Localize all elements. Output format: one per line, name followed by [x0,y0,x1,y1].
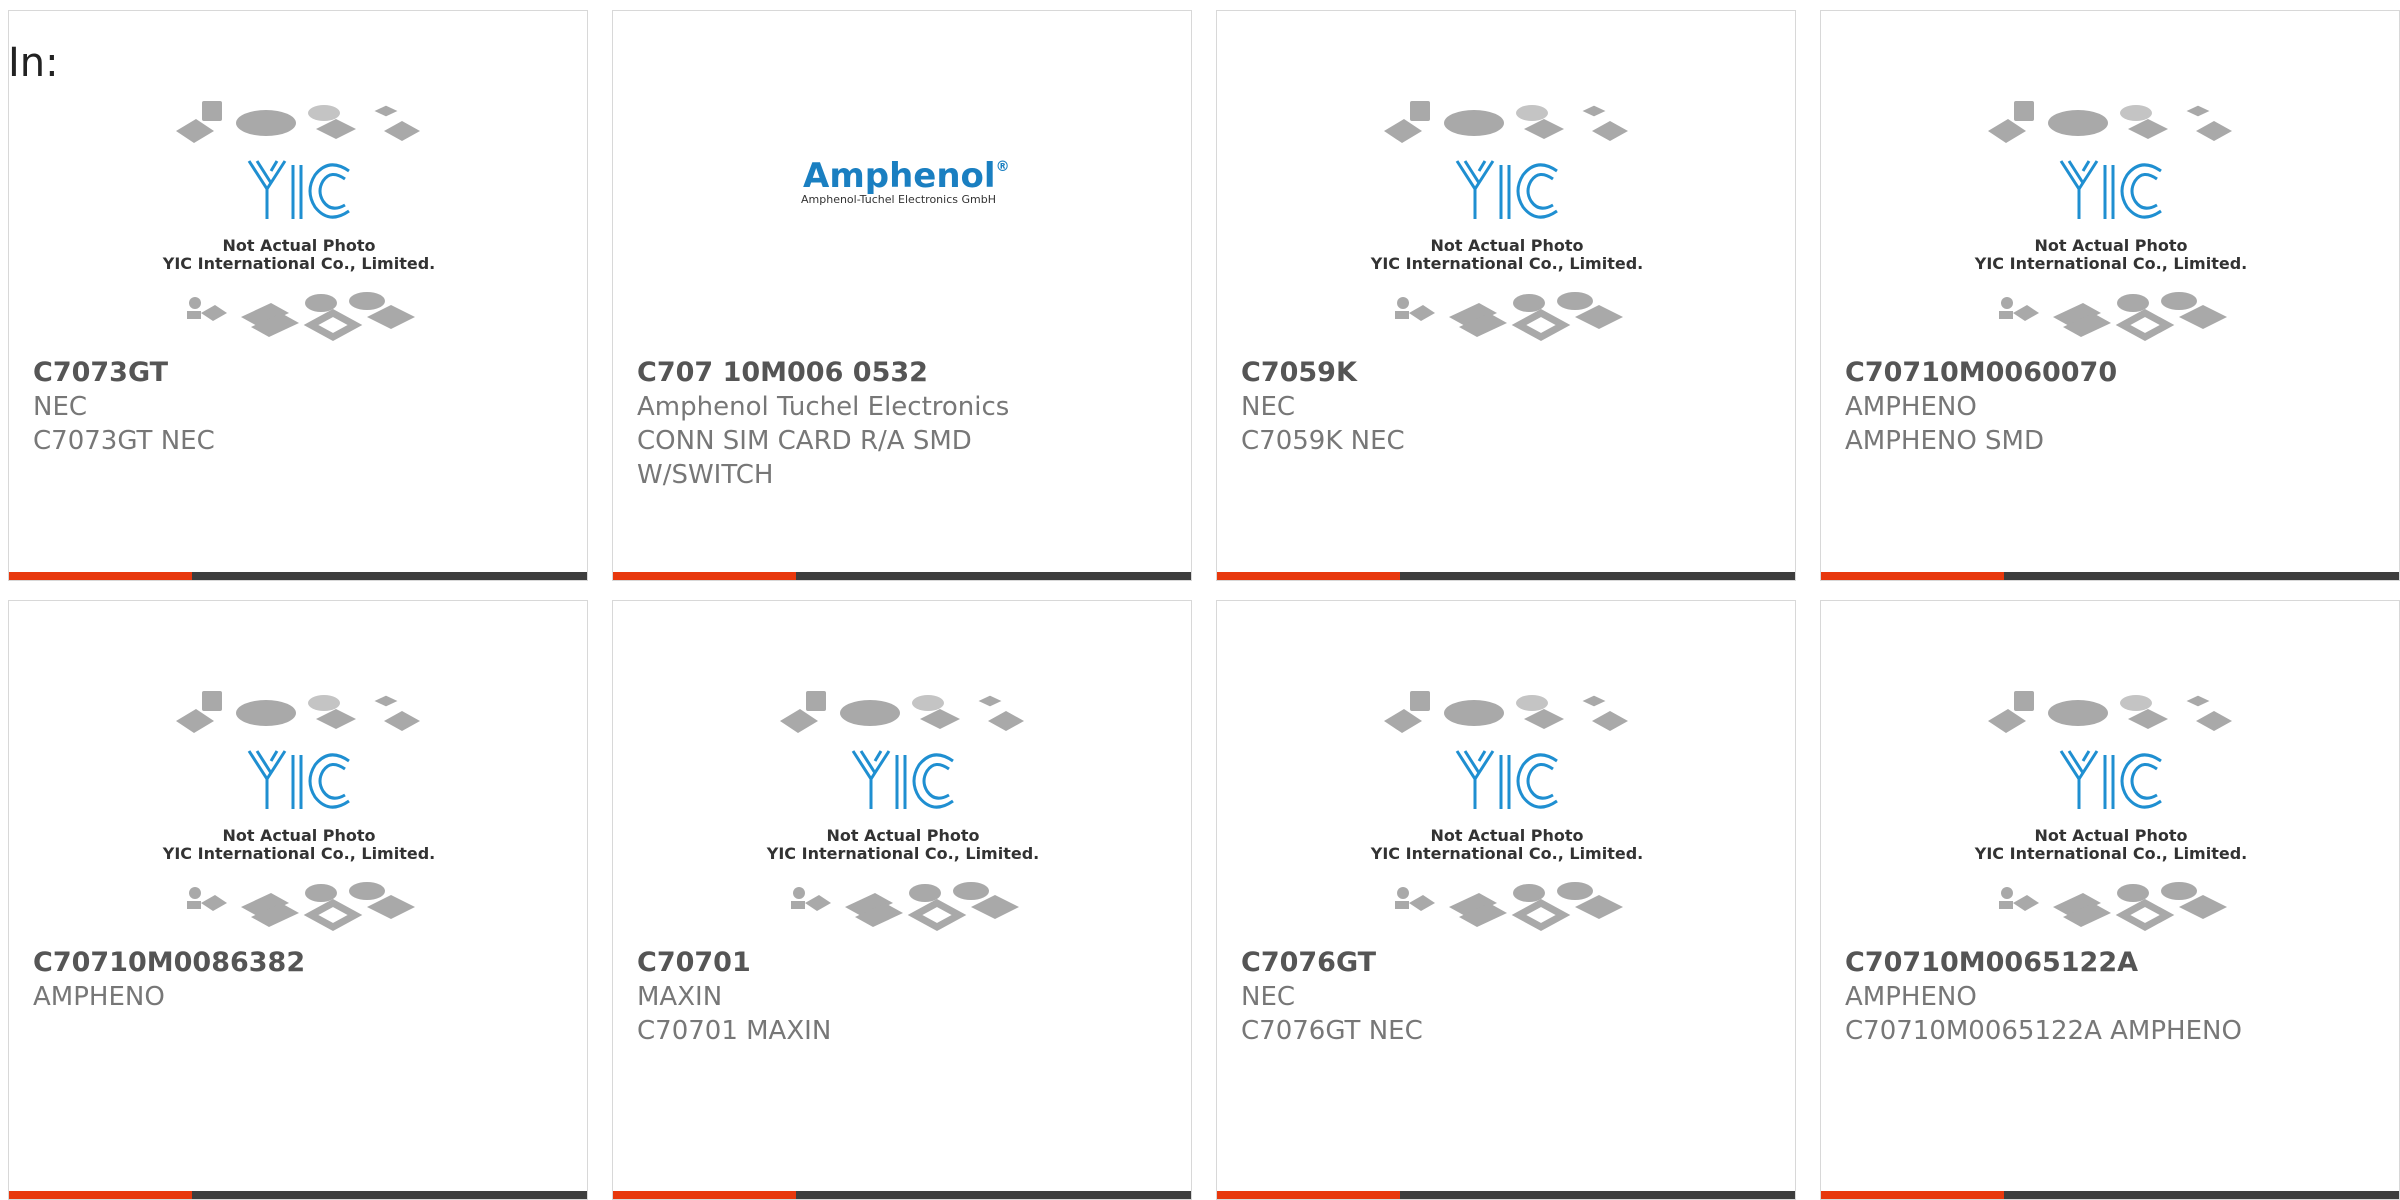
product-card[interactable]: Not Actual Photo YIC International Co., … [1820,600,2400,1200]
svg-text:YIC International Co., Limited: YIC International Co., Limited. [766,844,1039,863]
description-line: C7076GT NEC [1241,1016,1423,1046]
card-bottom-bar [9,572,587,580]
manufacturer: AMPHENO [1845,982,1977,1012]
card-bottom-bar [1821,572,2399,580]
product-image: Not Actual Photo YIC International Co., … [1217,601,1795,941]
not-actual-photo-placeholder: Not Actual Photo YIC International Co., … [162,691,435,931]
card-bottom-bar [613,572,1191,580]
manufacturer: AMPHENO [33,982,165,1012]
not-actual-photo-placeholder: Not Actual Photo YIC International Co., … [162,101,435,341]
product-image: Not Actual Photo YIC International Co., … [9,601,587,941]
not-actual-photo-placeholder: Not Actual Photo YIC International Co., … [1974,101,2247,341]
manufacturer: NEC [33,392,88,422]
svg-text:YIC International Co., Limited: YIC International Co., Limited. [1370,844,1643,863]
description-line: C7059K NEC [1241,426,1405,456]
description-line: AMPHENO SMD [1845,426,2045,456]
product-card[interactable]: Not Actual Photo YIC International Co., … [1216,10,1796,581]
description-line: C70701 MAXIN [637,1016,832,1046]
manufacturer: NEC [1241,392,1296,422]
not-actual-photo-placeholder: Not Actual Photo YIC International Co., … [1974,691,2247,931]
not-actual-photo-placeholder: Not Actual Photo YIC International Co., … [766,691,1039,931]
svg-text:Not Actual Photo: Not Actual Photo [2034,826,2187,845]
card-bottom-bar [1217,572,1795,580]
svg-text:Not Actual Photo: Not Actual Photo [1430,826,1583,845]
svg-text:Not Actual Photo: Not Actual Photo [2034,236,2187,255]
description-line: C7073GT NEC [33,426,215,456]
manufacturer: NEC [1241,982,1296,1012]
card-accent-bar [1821,572,2004,580]
product-info: C7073GT NEC C7073GT NEC [33,356,567,458]
product-card[interactable]: Not Actual Photo YIC International Co., … [8,10,588,581]
card-accent-bar [1821,1191,2004,1199]
amphenol-logo: Amphenol® Amphenol-Tuchel Electronics Gm… [801,156,1010,206]
svg-text:Amphenol®: Amphenol® [803,156,1010,196]
card-accent-bar [1217,1191,1400,1199]
manufacturer: AMPHENO [1845,392,1977,422]
part-number[interactable]: C7059K [1241,356,1775,390]
svg-text:Not Actual Photo: Not Actual Photo [222,826,375,845]
product-image: Not Actual Photo YIC International Co., … [1821,11,2399,351]
part-number[interactable]: C70710M0065122A [1845,946,2379,980]
product-card[interactable]: Not Actual Photo YIC International Co., … [1216,600,1796,1200]
product-image: Not Actual Photo YIC International Co., … [1821,601,2399,941]
card-accent-bar [1217,572,1400,580]
svg-text:YIC International Co., Limited: YIC International Co., Limited. [1974,254,2247,273]
part-number[interactable]: C70710M0060070 [1845,356,2379,390]
not-actual-photo-placeholder: Not Actual Photo YIC International Co., … [1370,691,1643,931]
product-image: Not Actual Photo YIC International Co., … [1217,11,1795,351]
filter-label: In: [8,40,59,86]
svg-text:YIC International Co., Limited: YIC International Co., Limited. [1370,254,1643,273]
svg-text:YIC International Co., Limited: YIC International Co., Limited. [162,254,435,273]
product-info: C7076GT NEC C7076GT NEC [1241,946,1775,1048]
part-number[interactable]: C707 10M006 0532 [637,356,1171,390]
product-info: C70710M0065122A AMPHENO C70710M0065122A A… [1845,946,2379,1048]
svg-text:YIC International Co., Limited: YIC International Co., Limited. [162,844,435,863]
product-info: C70710M0086382 AMPHENO [33,946,567,1014]
manufacturer: Amphenol Tuchel Electronics [637,392,1010,422]
card-bottom-bar [1821,1191,2399,1199]
part-number[interactable]: C7076GT [1241,946,1775,980]
product-info: C7059K NEC C7059K NEC [1241,356,1775,458]
product-image: Amphenol® Amphenol-Tuchel Electronics Gm… [613,11,1191,351]
manufacturer: MAXIN [637,982,723,1012]
description-line: C70710M0065122A AMPHENO [1845,1016,2242,1046]
card-bottom-bar [1217,1191,1795,1199]
product-info: C70701 MAXIN C70701 MAXIN [637,946,1171,1048]
svg-text:YIC International Co., Limited: YIC International Co., Limited. [1974,844,2247,863]
svg-text:Not Actual Photo: Not Actual Photo [222,236,375,255]
svg-text:Not Actual Photo: Not Actual Photo [1430,236,1583,255]
product-info: C707 10M006 0532 Amphenol Tuchel Electro… [637,356,1171,492]
card-accent-bar [9,1191,192,1199]
product-image: Not Actual Photo YIC International Co., … [9,11,587,351]
product-info: C70710M0060070 AMPHENO AMPHENO SMD [1845,356,2379,458]
svg-text:Amphenol-Tuchel Electronics Gm: Amphenol-Tuchel Electronics GmbH [801,193,996,206]
card-bottom-bar [613,1191,1191,1199]
product-card[interactable]: Not Actual Photo YIC International Co., … [8,600,588,1200]
card-accent-bar [613,1191,796,1199]
not-actual-photo-placeholder: Not Actual Photo YIC International Co., … [1370,101,1643,341]
part-number[interactable]: C70710M0086382 [33,946,567,980]
product-card[interactable]: Not Actual Photo YIC International Co., … [612,600,1192,1200]
product-image: Not Actual Photo YIC International Co., … [613,601,1191,941]
card-accent-bar [9,572,192,580]
description-line: W/SWITCH [637,460,774,490]
card-bottom-bar [9,1191,587,1199]
part-number[interactable]: C7073GT [33,356,567,390]
product-card[interactable]: Amphenol® Amphenol-Tuchel Electronics Gm… [612,10,1192,581]
part-number[interactable]: C70701 [637,946,1171,980]
description-line: CONN SIM CARD R/A SMD [637,426,972,456]
svg-text:Not Actual Photo: Not Actual Photo [826,826,979,845]
card-accent-bar [613,572,796,580]
product-card[interactable]: Not Actual Photo YIC International Co., … [1820,10,2400,581]
